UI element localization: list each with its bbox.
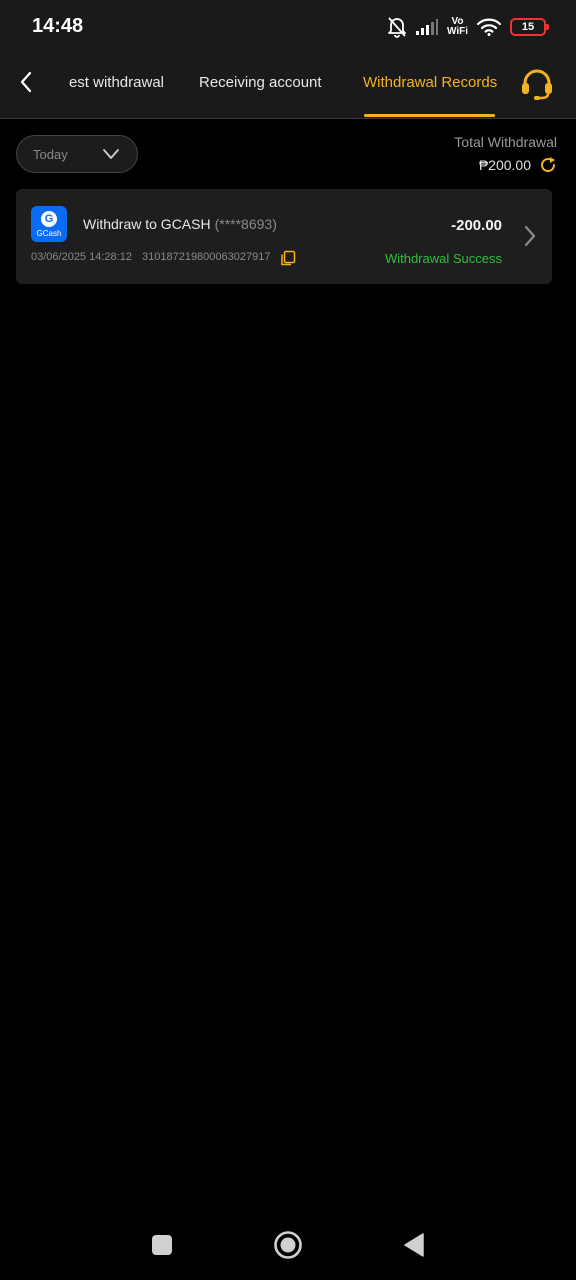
- status-time: 14:48: [32, 15, 84, 37]
- record-amount: -200.00: [451, 217, 502, 234]
- home-circle-icon: [274, 1231, 302, 1259]
- chevron-right-icon: [524, 225, 536, 247]
- chevron-down-icon: [103, 149, 119, 159]
- active-tab-underline: [364, 114, 495, 117]
- back-triangle-icon: [404, 1233, 424, 1257]
- home-button[interactable]: [272, 1229, 304, 1261]
- header: Request withdrawal Receiving account Wit…: [0, 52, 576, 119]
- customer-support-button[interactable]: [519, 66, 555, 102]
- tab-withdrawal-records[interactable]: Withdrawal Records: [363, 74, 497, 91]
- status-icons: Vo WiFi 15: [387, 14, 549, 40]
- total-withdrawal-amount: ₱200.00: [478, 157, 531, 173]
- tab-request-withdrawal[interactable]: Request withdrawal: [69, 74, 164, 91]
- record-title: Withdraw to GCASH (****8693): [83, 216, 277, 232]
- vowifi-bottom: WiFi: [446, 26, 468, 37]
- gcash-logo-letter: G: [41, 210, 57, 227]
- system-nav-bar: [0, 1205, 576, 1280]
- date-filter-dropdown[interactable]: Today: [16, 135, 138, 173]
- recents-button[interactable]: [146, 1229, 178, 1261]
- headset-icon: [522, 69, 552, 100]
- copy-icon[interactable]: [280, 250, 296, 266]
- total-withdrawal-label: Total Withdrawal: [454, 134, 557, 150]
- record-account: (****8693): [214, 216, 277, 232]
- battery-icon: 15: [510, 18, 549, 36]
- battery-level: 15: [521, 21, 535, 33]
- signal-icon: [415, 19, 438, 35]
- tab-bar: Request withdrawal Receiving account Wit…: [0, 52, 576, 118]
- recents-square-icon: [152, 1235, 172, 1255]
- record-status: Withdrawal Success: [384, 251, 502, 266]
- tab-request-withdrawal-label: Request withdrawal: [69, 74, 164, 91]
- status-bar: 14:48 Vo WiFi 15: [0, 0, 576, 52]
- gcash-logo-text: GCash: [36, 228, 62, 238]
- total-withdrawal-row: ₱200.00: [479, 156, 557, 174]
- withdrawal-record-card[interactable]: G GCash Withdraw to GCASH (****8693) -200…: [16, 189, 552, 284]
- date-filter-label: Today: [33, 146, 68, 162]
- bell-off-icon: [388, 17, 406, 38]
- vowifi-indicator: Vo WiFi: [447, 17, 468, 37]
- refresh-icon[interactable]: [539, 156, 557, 174]
- wifi-icon: [477, 18, 501, 36]
- tab-receiving-account[interactable]: Receiving account: [199, 74, 322, 91]
- record-datetime: 03/06/2025 14:28:12: [31, 251, 132, 263]
- record-order-id: 310187219800063027917: [142, 251, 271, 263]
- back-nav-button[interactable]: [398, 1229, 430, 1261]
- gcash-logo: G GCash: [31, 206, 67, 242]
- record-title-text: Withdraw to GCASH: [83, 216, 211, 232]
